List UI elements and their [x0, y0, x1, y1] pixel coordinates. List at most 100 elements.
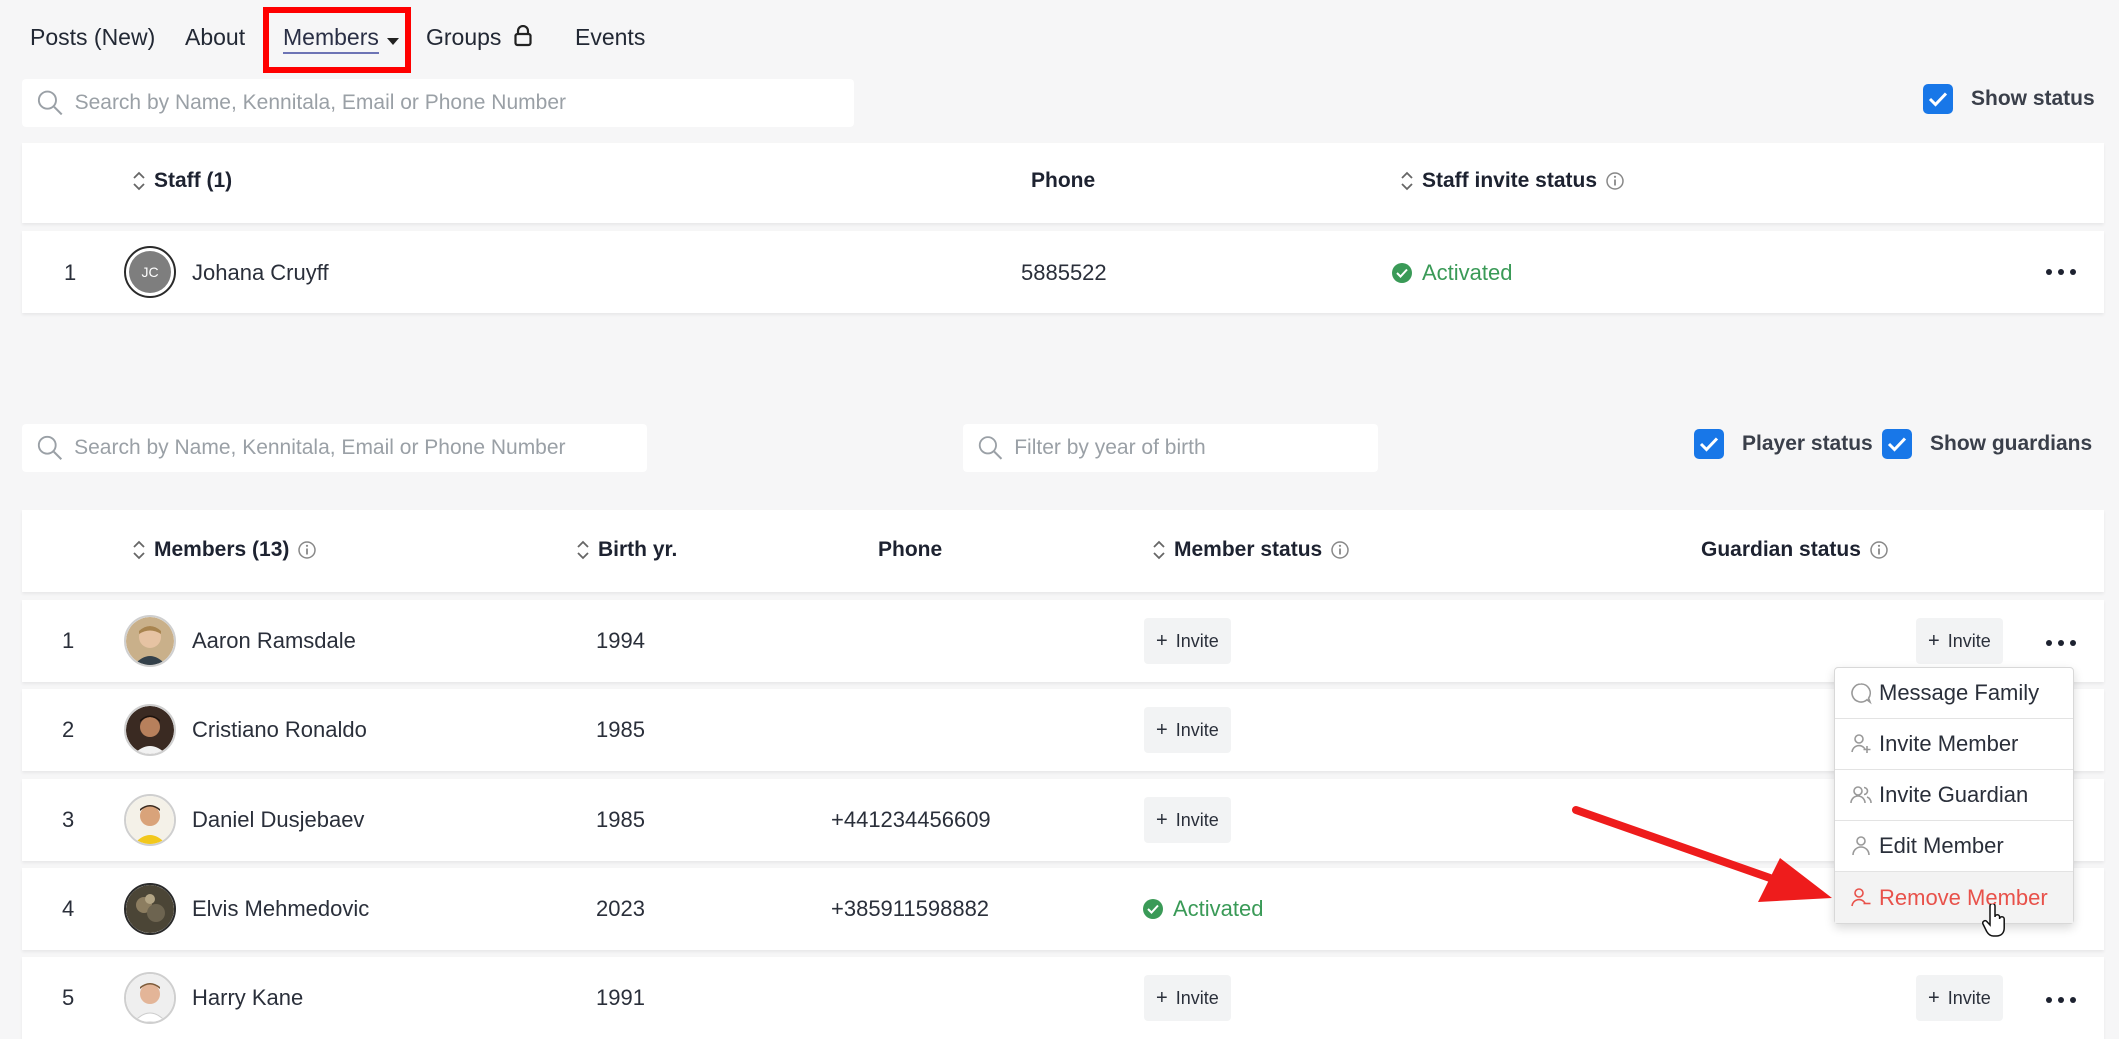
checkmark-icon	[1928, 92, 1948, 107]
show-guardians-label: Show guardians	[1930, 432, 2093, 455]
menu-item-label: Remove Member	[1879, 884, 2048, 910]
status-badge: Activated	[1392, 260, 1513, 286]
menu-item-label: Message Family	[1879, 680, 2040, 705]
invite-member-button[interactable]: + Invite	[1144, 618, 1231, 664]
status-text: Activated	[1173, 896, 1264, 921]
status-badge: Activated	[1143, 896, 1264, 922]
staff-invite-status-header-label: Staff invite status	[1422, 169, 1598, 192]
year-filter-input[interactable]	[1014, 436, 1378, 460]
invite-member-button[interactable]: + Invite	[1144, 975, 1231, 1021]
nav-tab-events-label: Events	[575, 24, 646, 50]
row-number: 5	[62, 985, 75, 1010]
avatar	[124, 794, 176, 846]
info-icon[interactable]	[1605, 171, 1625, 191]
menu-item-invite-member[interactable]: Invite Member	[1835, 719, 2073, 770]
row-number: 2	[62, 717, 75, 742]
more-options-icon[interactable]	[2046, 262, 2076, 282]
avatar-initials: JC	[129, 251, 171, 293]
avatar	[124, 883, 176, 935]
menu-item-label: Invite Member	[1879, 731, 2019, 756]
staff-name: Johana Cruyff	[192, 260, 329, 285]
menu-item-invite-guardian[interactable]: Invite Guardian	[1835, 770, 2073, 821]
member-name: Aaron Ramsdale	[192, 628, 356, 653]
nav-tab-groups[interactable]: Groups	[426, 24, 532, 51]
plus-icon: +	[1928, 629, 1940, 652]
table-row: 1 Aaron Ramsdale 1994 + Invite + Invite	[22, 600, 2104, 682]
member-name: Daniel Dusjebaev	[192, 807, 365, 832]
menu-item-remove-member[interactable]: Remove Member	[1835, 872, 2073, 923]
invite-label: Invite	[1175, 630, 1219, 651]
invite-guardian-button[interactable]: + Invite	[1916, 975, 2003, 1021]
staff-row: 1 JC Johana Cruyff 5885522 Activated	[22, 231, 2104, 313]
nav-tab-about[interactable]: About	[185, 24, 245, 51]
users-icon	[1850, 786, 1872, 804]
invite-member-button[interactable]: + Invite	[1144, 707, 1231, 753]
member-name: Elvis Mehmedovic	[192, 896, 370, 921]
plus-icon: +	[1156, 718, 1168, 741]
member-name: Harry Kane	[192, 985, 304, 1010]
plus-icon: +	[1156, 629, 1168, 652]
nav-tab-events[interactable]: Events	[575, 24, 645, 51]
birth-year-header-label: Birth yr.	[598, 538, 678, 561]
show-guardians-checkbox[interactable]	[1882, 429, 1912, 459]
menu-item-message-family[interactable]: Message Family	[1835, 668, 2073, 719]
staff-search-input[interactable]	[74, 91, 854, 115]
members-search-box	[22, 424, 647, 472]
lock-icon	[514, 24, 532, 47]
checkmark-icon	[1699, 437, 1719, 452]
invite-guardian-button[interactable]: + Invite	[1916, 618, 2003, 664]
table-row: 5 Harry Kane 1991 + Invite + Invite	[22, 957, 2104, 1039]
avatar	[124, 972, 176, 1024]
row-context-menu: Message Family Invite Member Invite Guar…	[1834, 667, 2074, 924]
member-phone: +441234456609	[831, 807, 991, 832]
guardian-status-header: Guardian status	[1701, 538, 1889, 562]
members-name-header[interactable]: Members (13)	[132, 538, 317, 562]
plus-icon: +	[1928, 986, 1940, 1009]
show-status-checkbox[interactable]	[1923, 84, 1953, 114]
staff-name-header[interactable]: Staff (1)	[132, 169, 232, 193]
guardian-status-header-label: Guardian status	[1701, 538, 1861, 561]
staff-phone-header: Phone	[1031, 169, 1095, 193]
player-status-checkbox[interactable]	[1694, 429, 1724, 459]
sort-icon	[1401, 171, 1413, 191]
nav-tab-groups-label: Groups	[426, 24, 502, 50]
members-phone-header: Phone	[878, 538, 942, 562]
sort-icon	[133, 171, 145, 191]
player-status-toggle[interactable]: Player status	[1694, 429, 1873, 459]
user-plus-icon	[1851, 734, 1871, 753]
table-row: 2 Cristiano Ronaldo 1985 + Invite	[22, 689, 2104, 771]
sort-icon	[1153, 540, 1165, 560]
annotation-highlight-box	[263, 7, 411, 73]
more-options-icon[interactable]	[2046, 633, 2076, 653]
checkmark-icon	[1887, 437, 1907, 452]
invite-label: Invite	[1175, 719, 1219, 740]
search-icon	[37, 90, 63, 116]
menu-item-edit-member[interactable]: Edit Member	[1835, 821, 2073, 872]
info-icon[interactable]	[1869, 540, 1889, 560]
show-status-toggle[interactable]: Show status	[1923, 84, 2095, 114]
info-icon[interactable]	[297, 540, 317, 560]
invite-label: Invite	[1947, 987, 1991, 1008]
members-search-input[interactable]	[74, 436, 647, 460]
birth-year-header[interactable]: Birth yr.	[576, 538, 677, 562]
member-status-header[interactable]: Member status	[1152, 538, 1350, 562]
invite-label: Invite	[1947, 630, 1991, 651]
info-icon[interactable]	[1330, 540, 1350, 560]
annotation-arrow-icon	[1572, 806, 1832, 902]
show-guardians-toggle[interactable]: Show guardians	[1882, 429, 2092, 459]
more-options-icon[interactable]	[2046, 990, 2076, 1010]
nav-tab-posts[interactable]: Posts (New)	[30, 24, 155, 51]
plus-icon: +	[1156, 986, 1168, 1009]
player-status-label: Player status	[1742, 432, 1873, 455]
plus-icon: +	[1156, 808, 1168, 831]
user-minus-icon	[1851, 887, 1871, 906]
row-number: 3	[62, 807, 75, 832]
staff-invite-status-header[interactable]: Staff invite status	[1400, 169, 1625, 193]
member-phone: +385911598882	[831, 896, 990, 921]
member-birth-year: 1991	[596, 985, 645, 1010]
search-icon	[978, 436, 1003, 460]
invite-member-button[interactable]: + Invite	[1144, 797, 1231, 843]
member-birth-year: 2023	[596, 896, 645, 921]
user-icon	[1852, 836, 1870, 856]
staff-search-box	[22, 79, 854, 127]
